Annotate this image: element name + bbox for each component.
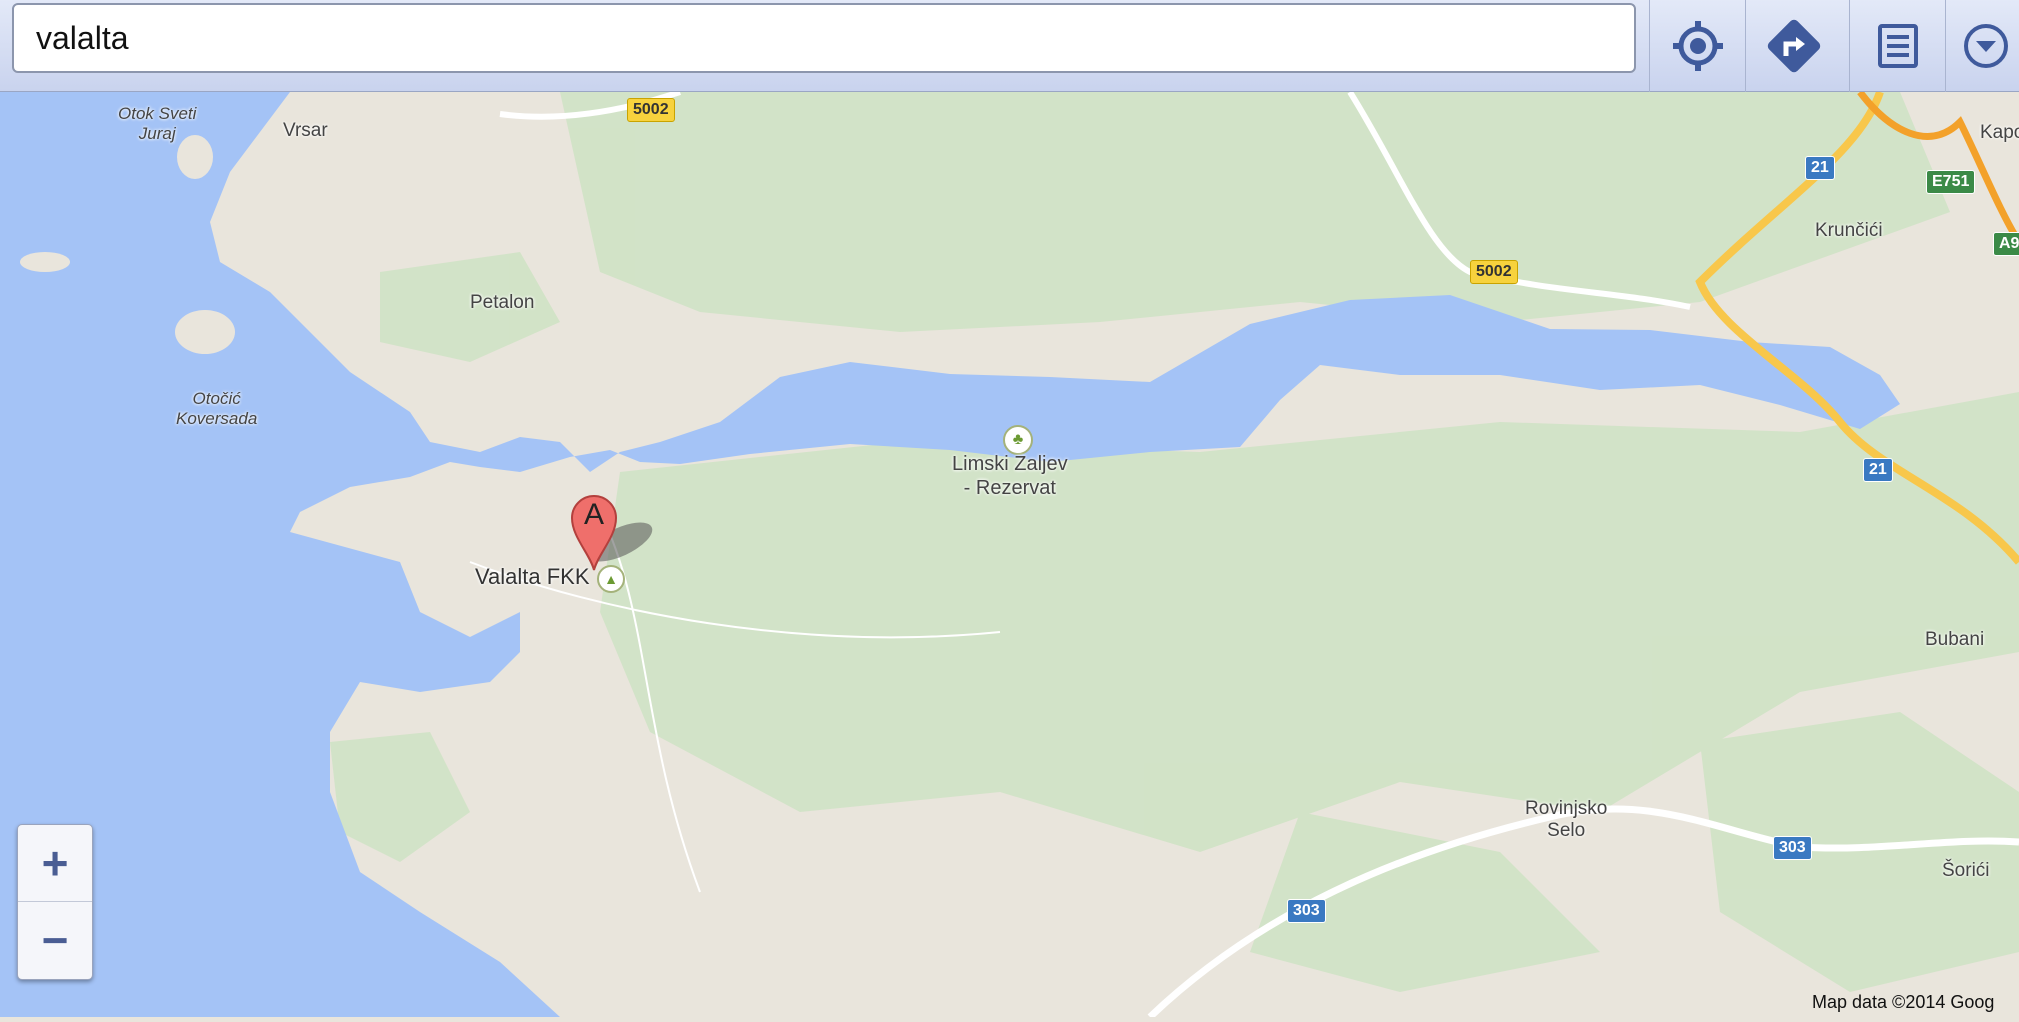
- place-label-limski[interactable]: Limski Zaljev - Rezervat: [952, 452, 1068, 500]
- map-marker-a[interactable]: A: [570, 492, 618, 572]
- road-shield-303: 303: [1773, 836, 1812, 860]
- road-shield-21: 21: [1863, 458, 1893, 482]
- road-shield-303: 303: [1287, 899, 1326, 923]
- park-icon: ♣: [1003, 425, 1033, 455]
- directions-button[interactable]: [1745, 0, 1841, 92]
- place-label-otocic-koversada: Otočić Koversada: [176, 389, 258, 428]
- directions-turn-icon: [1767, 19, 1820, 73]
- place-label-kruncici: Krunčići: [1815, 220, 1883, 241]
- road-shield-5002: 5002: [1470, 260, 1518, 284]
- place-label-sorici: Šorići: [1942, 860, 1990, 881]
- list-button[interactable]: [1849, 0, 1945, 92]
- top-toolbar: valalta: [0, 0, 2019, 92]
- menu-button[interactable]: [1945, 0, 2019, 92]
- place-label-otok-sveti-juraj: Otok Sveti Juraj: [118, 104, 197, 143]
- place-label-vrsar: Vrsar: [283, 120, 328, 141]
- my-location-button[interactable]: [1649, 0, 1745, 92]
- place-label-bubani: Bubani: [1925, 629, 1985, 650]
- map-graphics: [0, 89, 2019, 1020]
- map-copyright: Map data ©2014 Goog: [1812, 992, 1995, 1012]
- road-shield-e751: E751: [1926, 170, 1976, 194]
- road-shield-a9: A9: [1993, 232, 2019, 256]
- zoom-in-button[interactable]: +: [18, 825, 92, 902]
- place-label-rovinjsko-selo: Rovinjsko Selo: [1525, 798, 1608, 841]
- marker-label: A: [583, 498, 604, 531]
- zoom-control: + −: [17, 824, 93, 980]
- list-icon: [1877, 24, 1918, 68]
- place-label-kapo: Kapo: [1980, 122, 2019, 143]
- chevron-down-circle-icon: [1963, 24, 2008, 68]
- road-shield-21: 21: [1805, 156, 1835, 180]
- road-shield-5002: 5002: [627, 98, 675, 122]
- search-input[interactable]: valalta: [12, 3, 1636, 73]
- crosshair-location-icon: [1672, 21, 1723, 71]
- place-label-petalon: Petalon: [470, 292, 535, 313]
- map-canvas[interactable]: Otok Sveti Juraj Vrsar Petalon Otočić Ko…: [0, 89, 2019, 1020]
- zoom-out-button[interactable]: −: [18, 902, 92, 978]
